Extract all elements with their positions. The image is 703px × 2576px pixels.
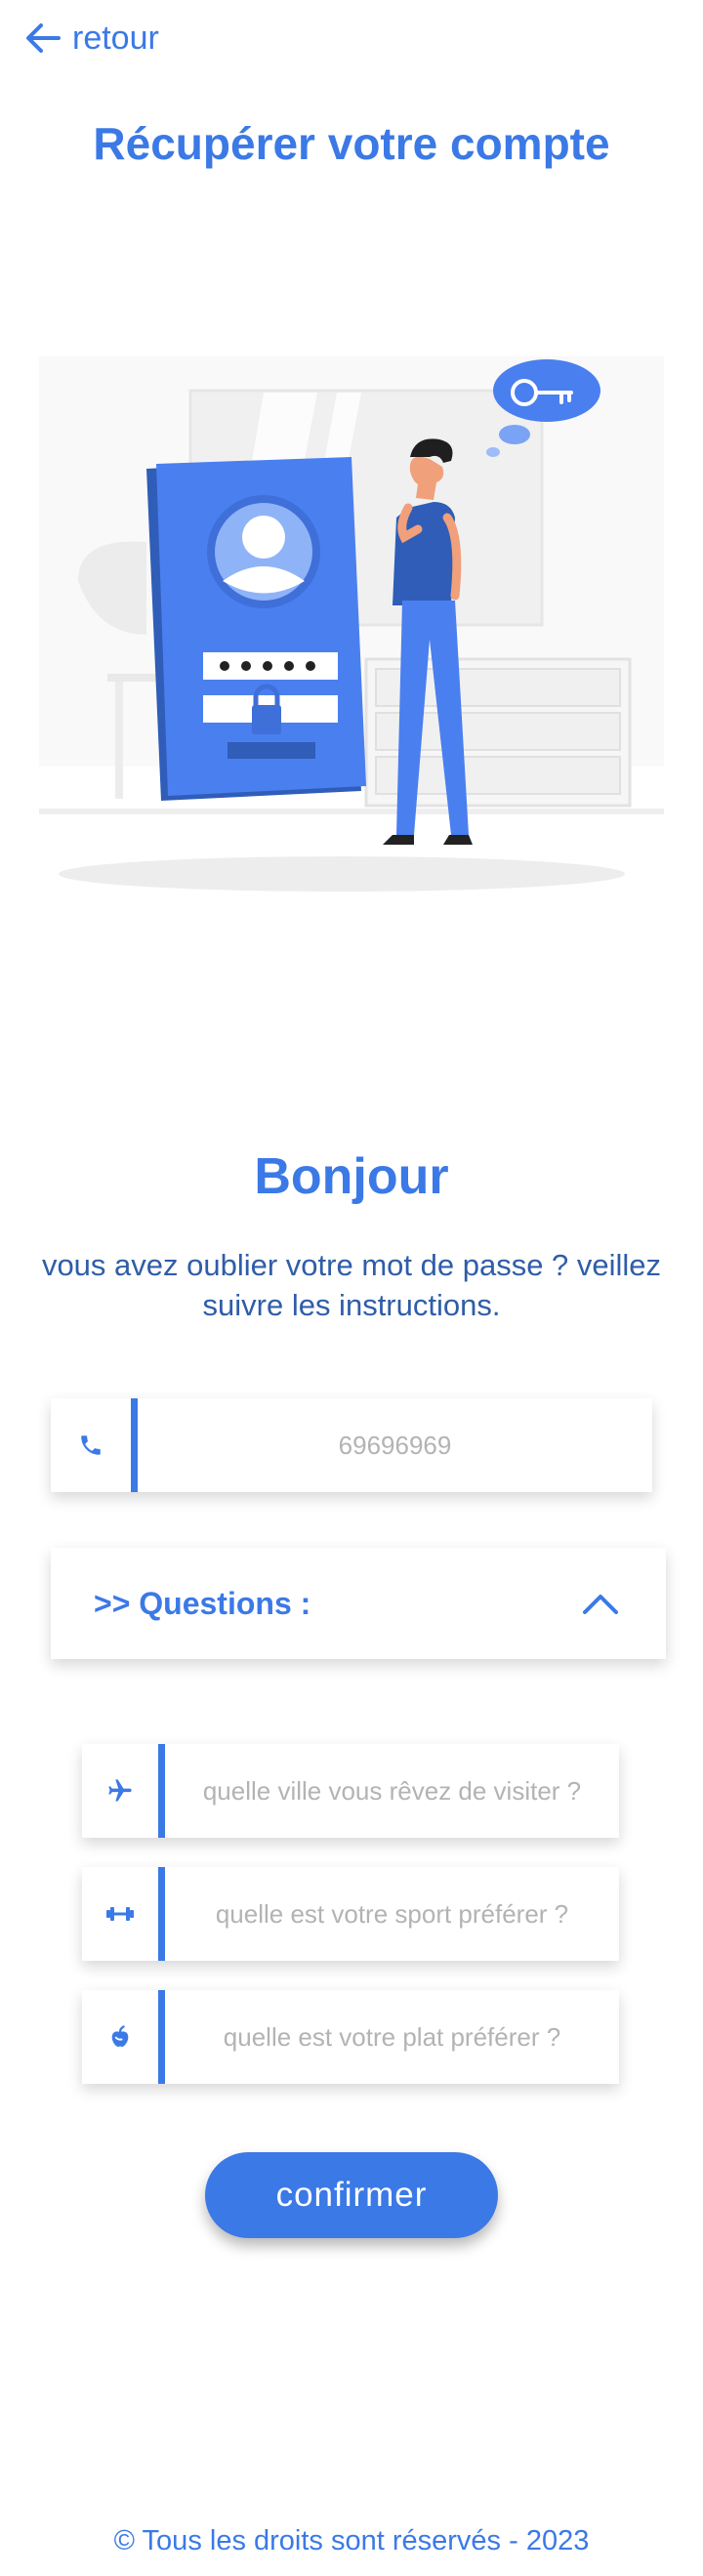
account-recovery-illustration [39, 342, 664, 918]
page-title: Récupérer votre compte [93, 118, 610, 169]
footer-copyright: © Tous les droits sont réservés - 2023 [113, 2525, 590, 2556]
airplane-icon [82, 1744, 158, 1838]
fruit-icon [82, 1990, 158, 2084]
question-field-sport[interactable] [82, 1866, 619, 1962]
questions-label: >> Questions : [94, 1585, 311, 1621]
question-field-city[interactable] [82, 1743, 619, 1839]
confirm-button[interactable]: confirmer [205, 2152, 498, 2238]
dumbbell-icon [82, 1867, 158, 1961]
phone-icon [51, 1398, 131, 1492]
field-accent-bar [131, 1398, 138, 1492]
phone-field[interactable] [51, 1397, 652, 1493]
phone-input[interactable] [138, 1397, 652, 1493]
question-field-dish[interactable] [82, 1989, 619, 2085]
question-input-dish[interactable] [165, 1989, 619, 2085]
field-accent-bar [158, 1990, 165, 2084]
field-accent-bar [158, 1867, 165, 1961]
question-input-sport[interactable] [165, 1866, 619, 1962]
questions-accordion-header[interactable]: >> Questions : [51, 1548, 666, 1659]
back-label: retour [72, 19, 159, 57]
instructions-text: vous avez oublier votre mot de passe ? v… [41, 1248, 662, 1322]
arrow-left-icon [23, 21, 61, 55]
greeting-heading: Bonjour [254, 1148, 449, 1205]
back-link[interactable]: retour [23, 14, 159, 62]
question-input-city[interactable] [165, 1743, 619, 1839]
field-accent-bar [158, 1744, 165, 1838]
chevron-up-icon [582, 1592, 619, 1615]
